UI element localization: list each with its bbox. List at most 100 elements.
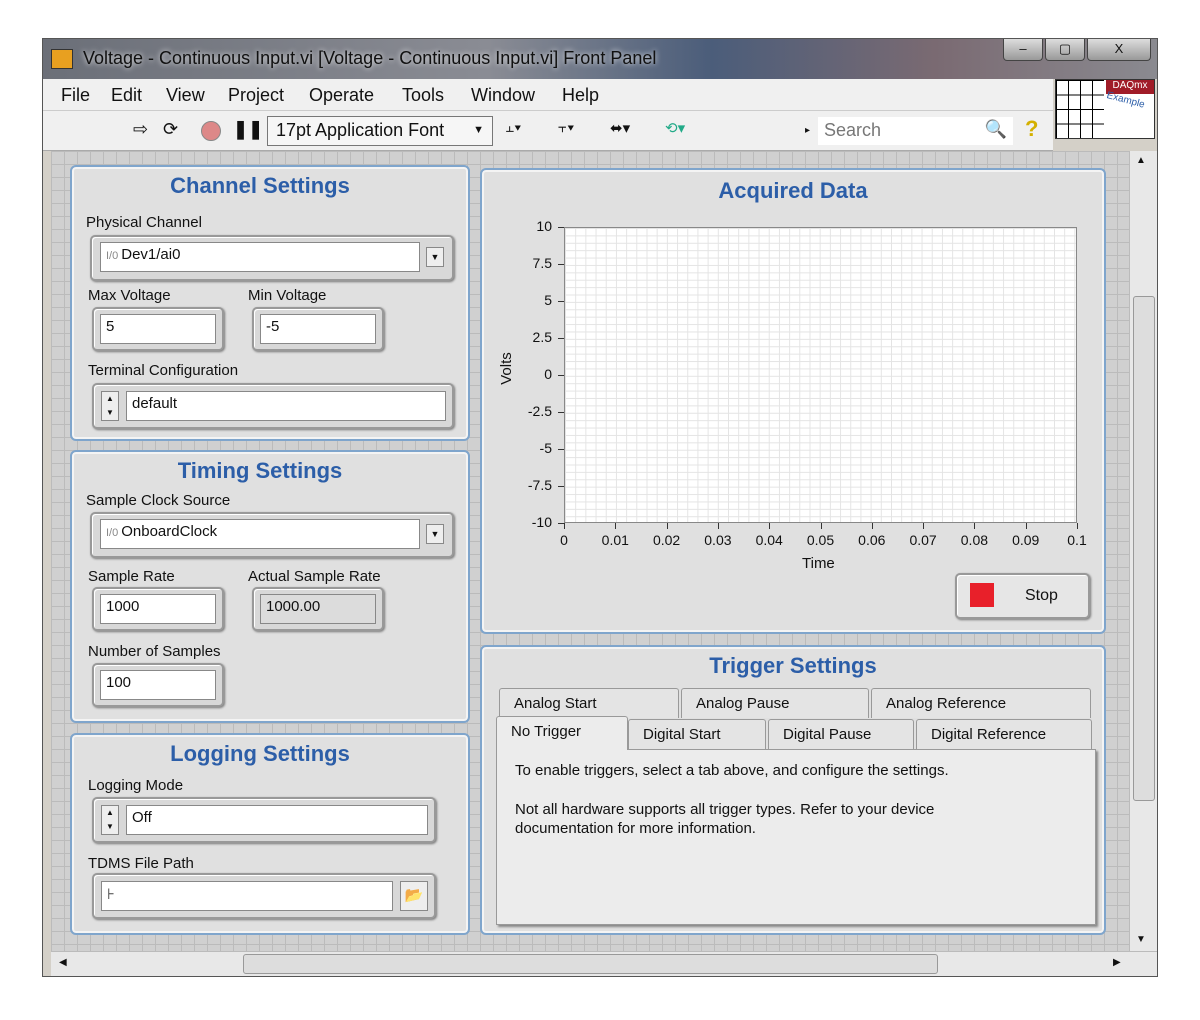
run-continuously-icon[interactable]: ⟳ bbox=[163, 119, 178, 140]
tdms-path-label: TDMS File Path bbox=[88, 855, 194, 872]
search-expand-icon[interactable]: ▸ bbox=[805, 125, 810, 136]
menu-file[interactable]: File bbox=[61, 85, 90, 106]
x-tick-label: 0.07 bbox=[909, 532, 937, 548]
num-samples-control[interactable]: 100 bbox=[92, 663, 224, 707]
horizontal-scrollbar[interactable]: ◀ ▶ bbox=[51, 951, 1157, 976]
tab-analog-pause[interactable]: Analog Pause bbox=[681, 688, 869, 718]
actual-rate-label: Actual Sample Rate bbox=[248, 568, 381, 585]
maximize-button[interactable]: ▢ bbox=[1045, 39, 1085, 61]
y-tick-mark bbox=[558, 375, 564, 376]
tab-digital-start[interactable]: Digital Start bbox=[628, 719, 766, 749]
physical-channel-control[interactable]: I/0 Dev1/ai0 ▼ bbox=[90, 235, 454, 281]
y-tick-label: 7.5 bbox=[532, 255, 552, 271]
distribute-objects-icon[interactable]: ⫟▾ bbox=[558, 119, 574, 136]
spinner-icon[interactable]: ▲ ▼ bbox=[101, 805, 119, 835]
y-axis-label: Volts bbox=[497, 352, 515, 385]
max-voltage-field[interactable]: 5 bbox=[100, 314, 216, 344]
y-tick-mark bbox=[558, 449, 564, 450]
vertical-scrollbar[interactable]: ▲ ▼ bbox=[1129, 151, 1157, 951]
menu-window[interactable]: Window bbox=[471, 85, 535, 106]
y-tick-mark bbox=[558, 412, 564, 413]
max-voltage-control[interactable]: 5 bbox=[92, 307, 224, 351]
dropdown-arrow-icon[interactable]: ▼ bbox=[426, 524, 444, 544]
search-icon[interactable]: 🔍 bbox=[985, 119, 1007, 140]
trigger-info-text: To enable triggers, select a tab above, … bbox=[515, 762, 949, 779]
align-objects-icon[interactable]: ⫠▾ bbox=[505, 119, 521, 136]
tab-digital-reference[interactable]: Digital Reference bbox=[916, 719, 1092, 749]
y-tick-label: -7.5 bbox=[527, 477, 552, 493]
pause-icon[interactable]: ❚❚ bbox=[233, 119, 263, 140]
y-tick-label: -2.5 bbox=[527, 403, 552, 419]
menu-view[interactable]: View bbox=[166, 85, 205, 106]
acquired-data-panel: Acquired Data Volts Time Stop 10 7.5 5 2.5 0… bbox=[480, 168, 1106, 634]
tdms-path-control[interactable]: ⊦ 📂 bbox=[92, 873, 436, 919]
y-tick-label: 2.5 bbox=[532, 329, 552, 345]
timing-settings-panel: Timing Settings Sample Clock Source I/0 O… bbox=[70, 450, 470, 723]
menu-edit[interactable]: Edit bbox=[111, 85, 142, 106]
x-tick-mark bbox=[717, 523, 719, 529]
close-button[interactable]: X bbox=[1087, 39, 1151, 61]
terminal-config-label: Terminal Configuration bbox=[88, 362, 239, 379]
timing-settings-title: Timing Settings bbox=[177, 458, 343, 483]
logging-settings-panel: Logging Settings Logging Mode ▲ ▼ Off TDM… bbox=[70, 733, 470, 935]
actual-rate-value: 1000.00 bbox=[260, 594, 376, 624]
browse-folder-icon[interactable]: 📂 bbox=[400, 881, 428, 911]
menu-project[interactable]: Project bbox=[228, 85, 284, 106]
tab-analog-start[interactable]: Analog Start bbox=[499, 688, 679, 718]
dropdown-arrow-icon[interactable]: ▼ bbox=[426, 247, 444, 267]
terminal-config-field[interactable]: default bbox=[126, 391, 446, 421]
min-voltage-field[interactable]: -5 bbox=[260, 314, 376, 344]
channel-settings-panel: Channel Settings Physical Channel I/0 Dev… bbox=[70, 165, 470, 441]
trigger-hardware-note: Not all hardware supports all trigger ty… bbox=[515, 801, 935, 837]
physical-channel-field[interactable]: I/0 Dev1/ai0 bbox=[100, 242, 420, 272]
sample-rate-field[interactable]: 1000 bbox=[100, 594, 216, 624]
x-tick-mark bbox=[1077, 523, 1078, 529]
logging-settings-title: Logging Settings bbox=[170, 741, 350, 766]
font-dropdown[interactable]: 17pt Application Font ▼ bbox=[267, 116, 493, 146]
spinner-icon[interactable]: ▲ ▼ bbox=[101, 391, 119, 421]
stop-icon bbox=[970, 583, 994, 607]
x-tick-label: 0.06 bbox=[858, 532, 886, 548]
terminal-config-control[interactable]: ▲ ▼ default bbox=[92, 383, 454, 429]
x-tick-mark bbox=[666, 523, 668, 529]
menu-bar: File Edit View Project Operate Tools Win… bbox=[43, 79, 1053, 111]
sample-clock-field[interactable]: I/0 OnboardClock bbox=[100, 519, 420, 549]
y-tick-label: 5 bbox=[544, 292, 552, 308]
abort-icon[interactable] bbox=[201, 121, 221, 141]
toolbar: ⇨ ⟳ ❚❚ 17pt Application Font ▼ ⫠▾ ⫟▾ ⬌▾ ⟲… bbox=[43, 111, 1053, 151]
sample-clock-control[interactable]: I/0 OnboardClock ▼ bbox=[90, 512, 454, 558]
min-voltage-control[interactable]: -5 bbox=[252, 307, 384, 351]
x-tick-label: 0.1 bbox=[1067, 532, 1087, 548]
sample-rate-control[interactable]: 1000 bbox=[92, 587, 224, 631]
tab-digital-pause[interactable]: Digital Pause bbox=[768, 719, 914, 749]
x-tick-mark bbox=[974, 523, 976, 529]
run-arrow-icon[interactable]: ⇨ bbox=[133, 119, 148, 140]
tab-no-trigger[interactable]: No Trigger bbox=[496, 716, 628, 750]
horizontal-scroll-thumb[interactable] bbox=[243, 954, 938, 974]
menu-tools[interactable]: Tools bbox=[402, 85, 444, 106]
num-samples-field[interactable]: 100 bbox=[100, 670, 216, 700]
logging-mode-field[interactable]: Off bbox=[126, 805, 428, 835]
x-tick-mark bbox=[871, 523, 873, 529]
max-voltage-label: Max Voltage bbox=[88, 287, 171, 304]
reorder-icon[interactable]: ⟲▾ bbox=[665, 119, 685, 137]
stop-button[interactable]: Stop bbox=[955, 573, 1090, 619]
minimize-button[interactable]: ‒ bbox=[1003, 39, 1043, 61]
y-tick-label: 10 bbox=[536, 218, 552, 234]
y-tick-mark bbox=[558, 264, 564, 265]
plot-area[interactable] bbox=[564, 227, 1077, 523]
tdms-path-field[interactable]: ⊦ bbox=[101, 881, 393, 911]
x-tick-label: 0.09 bbox=[1012, 532, 1040, 548]
menu-operate[interactable]: Operate bbox=[309, 85, 374, 106]
y-tick-mark bbox=[558, 338, 564, 339]
trigger-settings-title: Trigger Settings bbox=[709, 653, 877, 678]
vertical-scroll-thumb[interactable] bbox=[1133, 296, 1155, 801]
resize-objects-icon[interactable]: ⬌▾ bbox=[610, 119, 630, 137]
help-icon[interactable]: ? bbox=[1025, 116, 1038, 142]
tab-analog-reference[interactable]: Analog Reference bbox=[871, 688, 1091, 718]
x-tick-mark bbox=[923, 523, 925, 529]
logging-mode-control[interactable]: ▲ ▼ Off bbox=[92, 797, 436, 843]
menu-help[interactable]: Help bbox=[562, 85, 599, 106]
sample-rate-label: Sample Rate bbox=[88, 568, 175, 585]
search-input[interactable]: Search 🔍 bbox=[818, 117, 1013, 145]
